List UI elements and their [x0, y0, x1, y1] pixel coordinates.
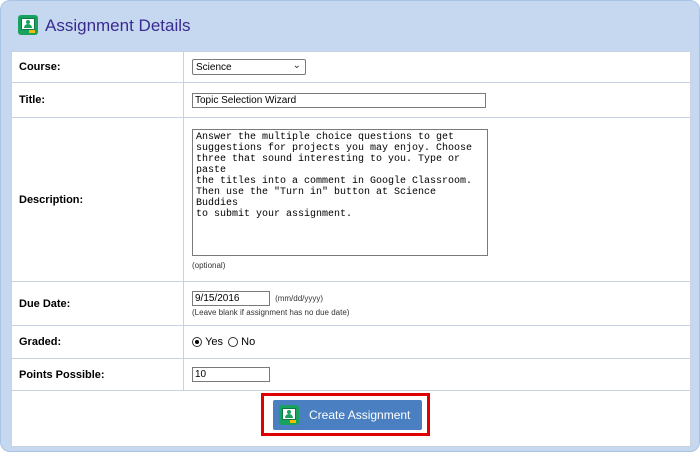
assignment-details-panel: Assignment Details Course: Science ⌄ Tit…	[0, 0, 700, 452]
points-row: Points Possible: 10	[11, 358, 691, 391]
chevron-down-icon: ⌄	[292, 60, 301, 71]
due-date-format: (mm/dd/yyyy)	[275, 293, 324, 303]
graded-no-label[interactable]: No	[241, 336, 255, 348]
graded-label: Graded:	[11, 325, 184, 359]
due-date-label: Due Date:	[11, 281, 184, 326]
page-title: Assignment Details	[45, 16, 191, 35]
course-value: Science	[196, 62, 232, 73]
graded-yes-radio[interactable]	[192, 337, 202, 348]
title-label: Title:	[11, 82, 184, 118]
course-row: Course: Science ⌄	[11, 51, 691, 83]
description-textarea[interactable]: Answer the multiple choice questions to …	[192, 129, 488, 256]
google-classroom-icon	[18, 15, 38, 35]
due-date-hint: (Leave blank if assignment has no due da…	[192, 307, 350, 317]
google-classroom-icon	[279, 405, 299, 425]
create-assignment-label: Create Assignment	[309, 408, 411, 422]
due-date-row: Due Date: 9/15/2016 (mm/dd/yyyy) (Leave …	[11, 281, 691, 326]
description-hint: (optional)	[192, 261, 226, 270]
title-input[interactable]: Topic Selection Wizard	[192, 92, 486, 108]
graded-no-radio[interactable]	[228, 337, 239, 348]
graded-yes-label[interactable]: Yes	[205, 336, 223, 348]
points-input[interactable]: 10	[192, 367, 270, 382]
due-date-input[interactable]: 9/15/2016	[192, 290, 270, 306]
description-row: Description: Answer the multiple choice …	[11, 117, 691, 282]
panel-header: Assignment Details	[1, 1, 699, 49]
description-label: Description:	[11, 117, 184, 282]
graded-row: Graded: Yes No	[11, 325, 691, 359]
course-select[interactable]: Science ⌄	[192, 59, 306, 75]
create-assignment-button[interactable]: Create Assignment	[273, 400, 422, 430]
title-row: Title: Topic Selection Wizard	[11, 82, 691, 118]
course-label: Course:	[11, 51, 184, 83]
points-label: Points Possible:	[11, 358, 184, 391]
assignment-form: Course: Science ⌄ Title: Topic Selection…	[11, 51, 691, 447]
